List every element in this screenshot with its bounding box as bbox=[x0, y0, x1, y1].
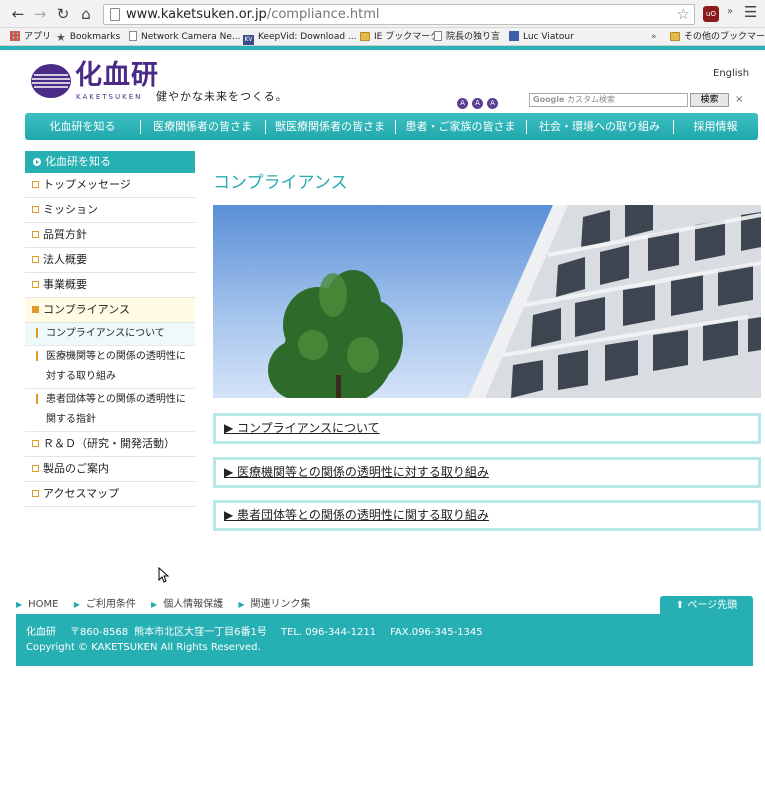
bookmark-star-icon[interactable]: ☆ bbox=[677, 5, 690, 24]
copyright: Copyright © KAKETSUKEN All Rights Reserv… bbox=[26, 642, 261, 653]
nav-society[interactable]: 社会・環境への取り組み bbox=[526, 113, 673, 140]
search-clear-icon[interactable]: × bbox=[735, 93, 743, 107]
sidebar-item[interactable]: アクセスマップ bbox=[25, 482, 195, 507]
page-top-button[interactable]: ⬆ ページ先頭 bbox=[660, 596, 753, 616]
extension-icon[interactable]: uO bbox=[703, 6, 719, 22]
logo-text[interactable]: 化血研 bbox=[75, 60, 159, 92]
footer-link-terms[interactable]: ▶ ご利用条件 bbox=[74, 599, 136, 610]
page-icon bbox=[434, 31, 442, 41]
menu-icon[interactable]: ☰ bbox=[744, 3, 757, 21]
triangle-icon: ▶ bbox=[73, 600, 80, 609]
logo-mark-icon[interactable] bbox=[30, 62, 72, 100]
triangle-icon: ▶ bbox=[151, 600, 158, 609]
link-patient-transparency[interactable]: ▶ 患者団体等との関係の透明性に関する取り組み bbox=[213, 500, 761, 531]
sidebar-item[interactable]: Ｒ＆Ｄ（研究・開発活動） bbox=[25, 432, 195, 457]
arrow-circle-icon bbox=[33, 158, 41, 166]
sidebar-item-compliance[interactable]: コンプライアンス bbox=[25, 298, 195, 323]
footer-address: 化血研 〒860-8568 熊本市北区大窪一丁目6番1号 TEL. 096-344-1… bbox=[26, 627, 483, 638]
bookmark-item[interactable]: Luc Viatour bbox=[509, 30, 574, 44]
footer-link-related[interactable]: ▶ 関連リンク集 bbox=[238, 599, 310, 610]
link-compliance-about[interactable]: ▶ コンプライアンスについて bbox=[213, 413, 761, 444]
footer: 化血研 〒860-8568 熊本市北区大窪一丁目6番1号 TEL. 096-344-1… bbox=[16, 614, 753, 666]
sidebar-list: トップメッセージ ミッション 品質方針 法人概要 事業概要 コンプライアンス コ… bbox=[25, 173, 195, 507]
triangle-icon: ▶ bbox=[238, 600, 245, 609]
english-link[interactable]: English bbox=[713, 68, 749, 79]
sidebar-subitem[interactable]: 患者団体等との関係の透明性に関する指針 bbox=[25, 389, 195, 432]
bookmark-item[interactable]: ★ Bookmarks bbox=[56, 30, 120, 45]
address-bar[interactable]: www.kaketsuken.or.jp/compliance.html ☆ bbox=[103, 4, 695, 25]
forward-arrow-icon[interactable]: → bbox=[30, 4, 50, 24]
sidebar-subitem[interactable]: 医療機関等との関係の透明性に対する取り組み bbox=[25, 346, 195, 389]
footer-link-home[interactable]: ▶ HOME bbox=[16, 599, 59, 610]
sidebar-item[interactable]: ミッション bbox=[25, 198, 195, 223]
sidebar-item[interactable]: トップメッセージ bbox=[25, 173, 195, 198]
page-title: コンプライアンス bbox=[213, 173, 348, 193]
reload-icon[interactable]: ↻ bbox=[53, 4, 73, 24]
bookmarks-overflow-icon[interactable]: » bbox=[651, 30, 657, 44]
bookmark-item[interactable]: Network Camera Ne... bbox=[129, 30, 240, 44]
hero-image bbox=[213, 205, 761, 398]
extensions-overflow-icon[interactable]: » bbox=[727, 6, 733, 17]
font-size-large-button[interactable]: A bbox=[487, 98, 498, 109]
sidebar-subitem[interactable]: コンプライアンスについて bbox=[25, 323, 195, 346]
search-input[interactable]: Google カスタム検索 bbox=[529, 93, 688, 107]
search-button[interactable]: 検索 bbox=[690, 93, 729, 107]
footer-links: ▶ HOME ▶ ご利用条件 ▶ 個人情報保護 ▶ 関連リンク集 bbox=[16, 595, 323, 610]
bookmarks-bar: アプリ ★ Bookmarks Network Camera Ne... KV Ke… bbox=[0, 28, 765, 46]
sidebar-item[interactable]: 法人概要 bbox=[25, 248, 195, 273]
font-size-medium-button[interactable]: A bbox=[472, 98, 483, 109]
keepvid-icon: KV bbox=[243, 35, 254, 45]
bookmark-item[interactable]: 院長の独り言 bbox=[434, 30, 500, 44]
logo-subtitle: KAKETSUKEN bbox=[76, 93, 143, 101]
sidebar-heading[interactable]: 化血研を知る bbox=[25, 151, 195, 173]
font-size-control: AAA bbox=[457, 95, 502, 109]
up-arrow-icon: ⬆ bbox=[675, 600, 685, 611]
link-medical-transparency[interactable]: ▶ 医療機関等との関係の透明性に対する取り組み bbox=[213, 457, 761, 488]
star-icon: ★ bbox=[56, 31, 66, 44]
home-icon[interactable]: ⌂ bbox=[76, 4, 96, 24]
apps-icon bbox=[10, 31, 20, 41]
sidebar-item[interactable]: 品質方針 bbox=[25, 223, 195, 248]
footer-link-privacy[interactable]: ▶ 個人情報保護 bbox=[151, 599, 223, 610]
back-arrow-icon[interactable]: ← bbox=[8, 4, 28, 24]
site-icon bbox=[509, 31, 519, 41]
nav-medical[interactable]: 医療関係者の皆さま bbox=[140, 113, 265, 140]
triangle-icon: ▶ bbox=[16, 600, 23, 609]
sidebar-item[interactable]: 製品のご案内 bbox=[25, 457, 195, 482]
sidebar-item[interactable]: 事業概要 bbox=[25, 273, 195, 298]
page-icon bbox=[110, 8, 120, 21]
bookmark-item[interactable]: その他のブックマーク bbox=[670, 30, 765, 44]
browser-toolbar: ← → ↻ ⌂ www.kaketsuken.or.jp/compliance.… bbox=[0, 0, 765, 28]
tagline: 健やかな未来をつくる。 bbox=[156, 90, 288, 103]
bookmark-item[interactable]: アプリ bbox=[10, 30, 51, 44]
font-size-small-button[interactable]: A bbox=[457, 98, 468, 109]
folder-icon bbox=[360, 32, 370, 41]
mouse-cursor-icon bbox=[158, 567, 170, 583]
bookmark-item[interactable]: KV KeepVid: Download ... bbox=[243, 30, 357, 45]
nav-about[interactable]: 化血研を知る bbox=[25, 113, 140, 140]
nav-recruit[interactable]: 採用情報 bbox=[673, 113, 758, 140]
global-nav: 化血研を知る 医療関係者の皆さま 獣医療関係者の皆さま 患者・ご家族の皆さま 社… bbox=[25, 113, 758, 140]
page-icon bbox=[129, 31, 137, 41]
folder-icon bbox=[670, 32, 680, 41]
url-text: www.kaketsuken.or.jp/compliance.html bbox=[126, 7, 380, 22]
bookmark-item[interactable]: IE ブックマーク bbox=[360, 30, 439, 44]
nav-patients[interactable]: 患者・ご家族の皆さま bbox=[395, 113, 526, 140]
accent-line bbox=[0, 46, 765, 50]
nav-veterinary[interactable]: 獣医療関係者の皆さま bbox=[265, 113, 395, 140]
